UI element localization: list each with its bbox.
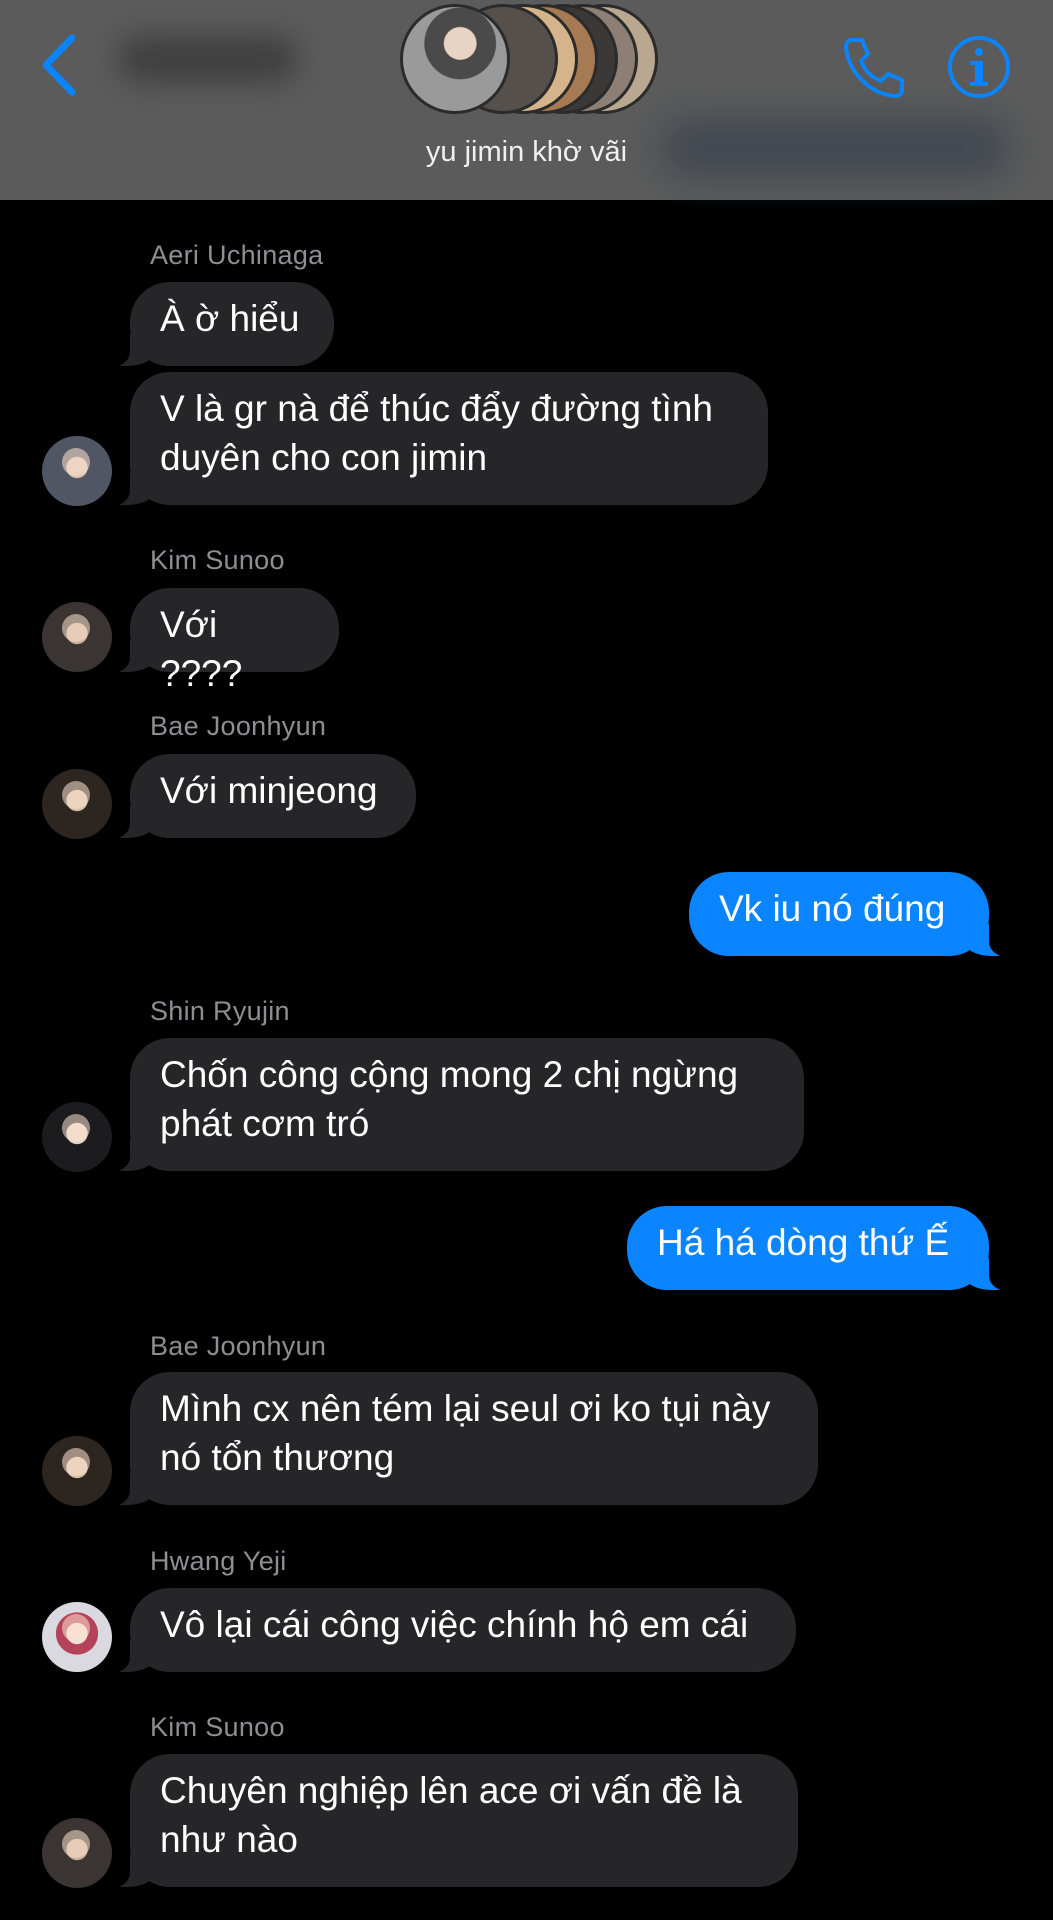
message-bubble[interactable]: À ờ hiểu [94,282,334,368]
phone-icon [844,38,904,98]
sender-name: Kim Sunoo [150,1712,285,1742]
sender-avatar[interactable] [42,1818,112,1888]
message-bubble[interactable]: Mình cx nên tém lại seul ơi ko tụi này n… [94,1372,818,1507]
sender-avatar[interactable] [42,602,112,672]
sender-name: Kim Sunoo [150,545,285,575]
info-icon [948,36,1010,98]
sender-name: Shin Ryujin [150,996,290,1026]
message-bubble[interactable]: Chuyên nghiệp lên ace ơi vấn đề là như n… [94,1754,798,1889]
call-button[interactable] [838,32,908,102]
info-button[interactable] [946,34,1012,100]
sender-name: Bae Joonhyun [150,1331,327,1361]
sender-avatar[interactable] [42,1436,112,1506]
message-bubble[interactable]: Với minjeong [94,754,416,840]
group-avatar-main [400,4,510,114]
sender-avatar[interactable] [42,1102,112,1172]
sender-name: Hwang Yeji [150,1546,287,1576]
chevron-left-icon [42,34,76,96]
message-bubble-sent[interactable]: Há há dòng thứ Ế [627,1206,1025,1292]
sender-avatar[interactable] [42,769,112,839]
sender-name: Aeri Uchinaga [150,240,324,270]
sender-avatar[interactable] [42,1602,112,1672]
message-bubble[interactable]: Chốn công cộng mong 2 chị ngừng phát cơm… [94,1038,804,1173]
message-bubble-sent[interactable]: Vk iu nó đúng [689,872,1025,958]
blurred-status [660,118,1010,178]
blurred-contact-name [118,36,298,82]
group-avatar-stack[interactable] [400,4,660,118]
message-bubble[interactable]: V là gr nà để thúc đẩy đường tình duyên … [94,372,768,507]
message-bubble[interactable]: Vô lại cái công việc chính hộ em cái [94,1588,796,1674]
chat-header: yu jimin khờ vãi [0,0,1053,200]
message-bubble[interactable]: Với ???? [94,588,339,694]
back-button[interactable] [36,30,86,100]
sender-name: Bae Joonhyun [150,711,327,741]
sender-avatar[interactable] [42,436,112,506]
